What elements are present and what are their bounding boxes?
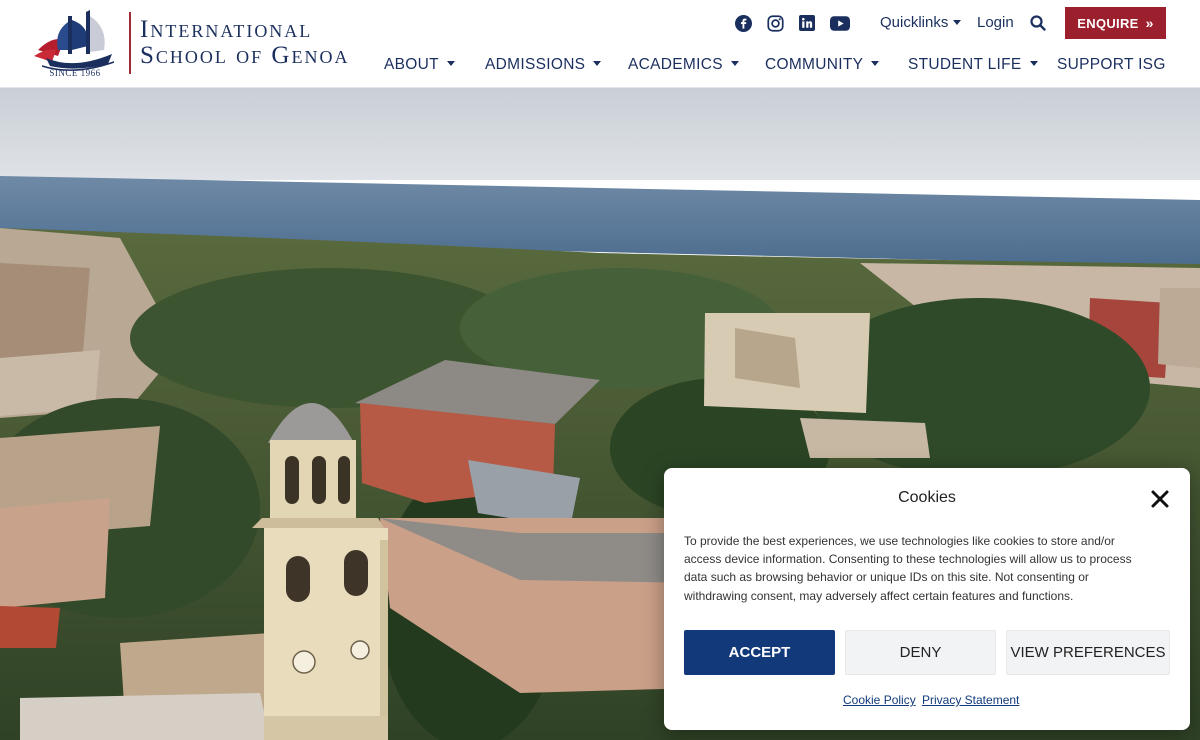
nav-support-isg[interactable]: SUPPORT ISG	[1057, 56, 1166, 74]
nav-admissions[interactable]: ADMISSIONS	[485, 56, 602, 74]
nav-student-life[interactable]: STUDENT LIFE	[908, 56, 1038, 74]
chevron-down-icon	[953, 19, 962, 25]
instagram-icon[interactable]	[765, 13, 785, 33]
nav-academics[interactable]: ACADEMICS	[628, 56, 739, 74]
nav-academics-label: ACADEMICS	[628, 56, 723, 73]
logo-text-line2: School of Genoa	[140, 42, 350, 69]
cookie-consent-dialog: Cookies To provide the best experiences,…	[664, 468, 1190, 730]
quicklinks-dropdown[interactable]: Quicklinks	[880, 14, 962, 31]
chevron-down-icon	[593, 61, 602, 67]
chevron-down-icon	[730, 61, 739, 67]
enquire-label: ENQUIRE	[1077, 15, 1139, 31]
double-chevron-right-icon: »	[1145, 15, 1154, 31]
cookie-policy-link[interactable]: Cookie Policy	[843, 693, 916, 707]
nav-support-isg-label: SUPPORT ISG	[1057, 56, 1166, 73]
cookie-dialog-text: To provide the best experiences, we use …	[684, 534, 1132, 603]
view-preferences-button[interactable]: VIEW PREFERENCES	[1006, 630, 1170, 675]
site-header: SINCE 1966 International School of Genoa…	[0, 0, 1200, 88]
enquire-button[interactable]: ENQUIRE »	[1065, 7, 1166, 39]
nav-about-label: ABOUT	[384, 56, 439, 73]
nav-community[interactable]: COMMUNITY	[765, 56, 880, 74]
logo-divider	[129, 12, 131, 74]
nav-student-life-label: STUDENT LIFE	[908, 56, 1022, 73]
close-icon[interactable]	[1149, 488, 1171, 510]
facebook-icon[interactable]	[733, 13, 753, 33]
chevron-down-icon	[871, 61, 880, 67]
privacy-statement-link[interactable]: Privacy Statement	[922, 693, 1019, 707]
nav-admissions-label: ADMISSIONS	[485, 56, 586, 73]
nav-about[interactable]: ABOUT	[384, 56, 455, 74]
youtube-icon[interactable]	[829, 13, 851, 33]
chevron-down-icon	[446, 61, 455, 67]
linkedin-icon[interactable]	[797, 13, 817, 33]
logo-text-line1: International	[140, 16, 313, 43]
quicklinks-label: Quicklinks	[880, 14, 949, 31]
logo-since: SINCE 1966	[49, 68, 101, 78]
login-link[interactable]: Login	[977, 14, 1014, 31]
accept-button[interactable]: ACCEPT	[684, 630, 835, 675]
search-icon[interactable]	[1029, 14, 1047, 32]
deny-button[interactable]: DENY	[845, 630, 996, 675]
cookie-dialog-title: Cookies	[898, 489, 956, 506]
chevron-down-icon	[1029, 61, 1038, 67]
nav-community-label: COMMUNITY	[765, 56, 864, 73]
